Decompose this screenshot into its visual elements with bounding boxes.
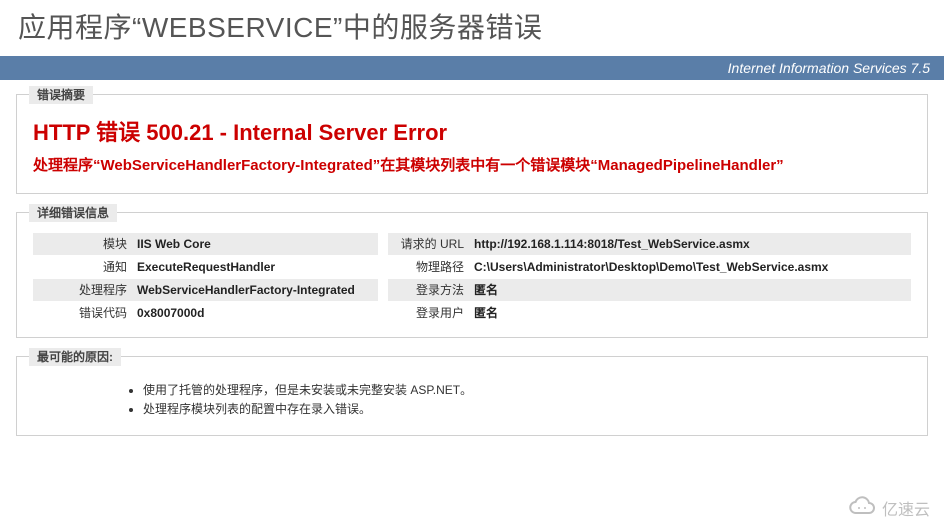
detailed-error-panel: 详细错误信息 模块 IIS Web Core 通知 ExecuteRequest…: [16, 212, 928, 338]
detail-columns: 模块 IIS Web Core 通知 ExecuteRequestHandler…: [33, 233, 911, 325]
content-area: 错误摘要 HTTP 错误 500.21 - Internal Server Er…: [0, 80, 944, 436]
kv-label: 物理路径: [388, 256, 470, 278]
page-title-bar: 应用程序“WEBSERVICE”中的服务器错误: [0, 0, 944, 56]
causes-list: 使用了托管的处理程序，但是未安装或未完整安装 ASP.NET。 处理程序模块列表…: [33, 381, 911, 419]
detail-column-right: 请求的 URL http://192.168.1.114:8018/Test_W…: [388, 233, 911, 325]
kv-row-login-method: 登录方法 匿名: [388, 279, 911, 301]
likely-causes-legend: 最可能的原因:: [29, 348, 121, 366]
kv-value: WebServiceHandlerFactory-Integrated: [133, 279, 378, 301]
kv-row-module: 模块 IIS Web Core: [33, 233, 378, 255]
iis-banner: Internet Information Services 7.5: [0, 56, 944, 80]
kv-value: IIS Web Core: [133, 233, 378, 255]
kv-value: 匿名: [470, 302, 911, 324]
kv-label: 模块: [33, 233, 133, 255]
cloud-icon: [848, 495, 876, 521]
watermark: 亿速云: [848, 495, 930, 521]
kv-value: C:\Users\Administrator\Desktop\Demo\Test…: [470, 256, 911, 278]
kv-label: 通知: [33, 256, 133, 278]
watermark-text: 亿速云: [882, 496, 930, 520]
kv-value: 匿名: [470, 279, 911, 301]
kv-label: 错误代码: [33, 302, 133, 324]
detailed-error-legend: 详细错误信息: [29, 204, 117, 222]
kv-value: 0x8007000d: [133, 302, 378, 324]
kv-label: 请求的 URL: [388, 233, 470, 255]
error-summary-legend: 错误摘要: [29, 86, 93, 104]
kv-label: 登录方法: [388, 279, 470, 301]
kv-value: ExecuteRequestHandler: [133, 256, 378, 278]
kv-row-physical-path: 物理路径 C:\Users\Administrator\Desktop\Demo…: [388, 256, 911, 278]
page-title: 应用程序“WEBSERVICE”中的服务器错误: [18, 6, 926, 46]
list-item: 处理程序模块列表的配置中存在录入错误。: [143, 400, 911, 419]
detail-column-left: 模块 IIS Web Core 通知 ExecuteRequestHandler…: [33, 233, 378, 325]
kv-row-errorcode: 错误代码 0x8007000d: [33, 302, 378, 324]
list-item: 使用了托管的处理程序，但是未安装或未完整安装 ASP.NET。: [143, 381, 911, 400]
kv-row-handler: 处理程序 WebServiceHandlerFactory-Integrated: [33, 279, 378, 301]
likely-causes-panel: 最可能的原因: 使用了托管的处理程序，但是未安装或未完整安装 ASP.NET。 …: [16, 356, 928, 436]
error-title: HTTP 错误 500.21 - Internal Server Error: [33, 115, 911, 147]
kv-row-notification: 通知 ExecuteRequestHandler: [33, 256, 378, 278]
kv-label: 登录用户: [388, 302, 470, 324]
error-summary-panel: 错误摘要 HTTP 错误 500.21 - Internal Server Er…: [16, 94, 928, 194]
kv-row-login-user: 登录用户 匿名: [388, 302, 911, 324]
kv-row-request-url: 请求的 URL http://192.168.1.114:8018/Test_W…: [388, 233, 911, 255]
error-subtitle: 处理程序“WebServiceHandlerFactory-Integrated…: [33, 155, 911, 177]
kv-label: 处理程序: [33, 279, 133, 301]
kv-value: http://192.168.1.114:8018/Test_WebServic…: [470, 233, 911, 255]
